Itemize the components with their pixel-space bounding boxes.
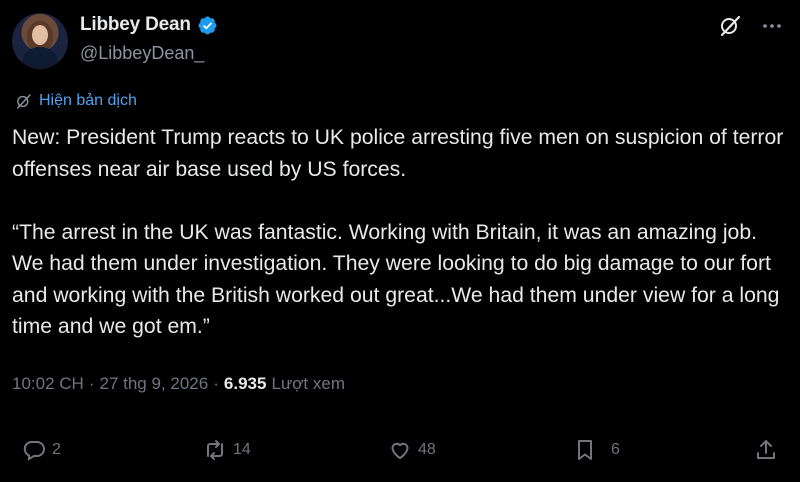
views-count: 6.935	[223, 374, 267, 393]
translate-label[interactable]: Hiện bản dịch	[39, 92, 137, 110]
share-icon	[757, 440, 775, 459]
tweet-date[interactable]: 27 thg 9, 2026	[100, 374, 209, 394]
action-bar: 2 14 48 6	[0, 438, 800, 472]
more-options-icon[interactable]	[760, 14, 784, 38]
reply-icon	[23, 441, 45, 461]
bookmark-icon	[578, 440, 592, 460]
avatar-face	[32, 25, 48, 45]
top-actions	[718, 14, 784, 38]
tweet-text: New: President Trump reacts to UK police…	[12, 126, 784, 338]
translate-icon	[17, 93, 31, 109]
bookmark-count: 6	[611, 441, 620, 458]
reply-count: 2	[52, 441, 61, 458]
repost-icon	[207, 440, 223, 460]
avatar-body	[22, 47, 58, 69]
views-label: Lượt xem	[271, 374, 345, 393]
translate-link[interactable]: Hiện bản dịch	[15, 92, 137, 110]
author-display-name[interactable]: Libbey Dean	[80, 14, 191, 36]
author-handle[interactable]: @LibbeyDean_	[80, 43, 204, 64]
tweet-meta: 10:02 CH · 27 thg 9, 2026 · 6.935 Lượt x…	[12, 374, 345, 394]
tweet-time[interactable]: 10:02 CH	[12, 374, 84, 394]
like-button[interactable]: 48	[388, 438, 436, 462]
heart-icon	[391, 442, 409, 459]
meta-separator-2: ·	[213, 374, 219, 393]
author-name-row: Libbey Dean	[80, 14, 218, 36]
reply-button[interactable]: 2	[22, 438, 61, 462]
repost-button[interactable]: 14	[203, 438, 251, 462]
grok-icon[interactable]	[718, 14, 742, 38]
verified-badge-icon	[198, 16, 217, 34]
meta-separator: ·	[88, 374, 95, 393]
avatar[interactable]	[12, 13, 68, 69]
share-button[interactable]	[754, 438, 778, 462]
like-count: 48	[418, 441, 436, 458]
repost-count: 14	[233, 441, 251, 458]
bookmark-button[interactable]: 6	[573, 438, 620, 462]
